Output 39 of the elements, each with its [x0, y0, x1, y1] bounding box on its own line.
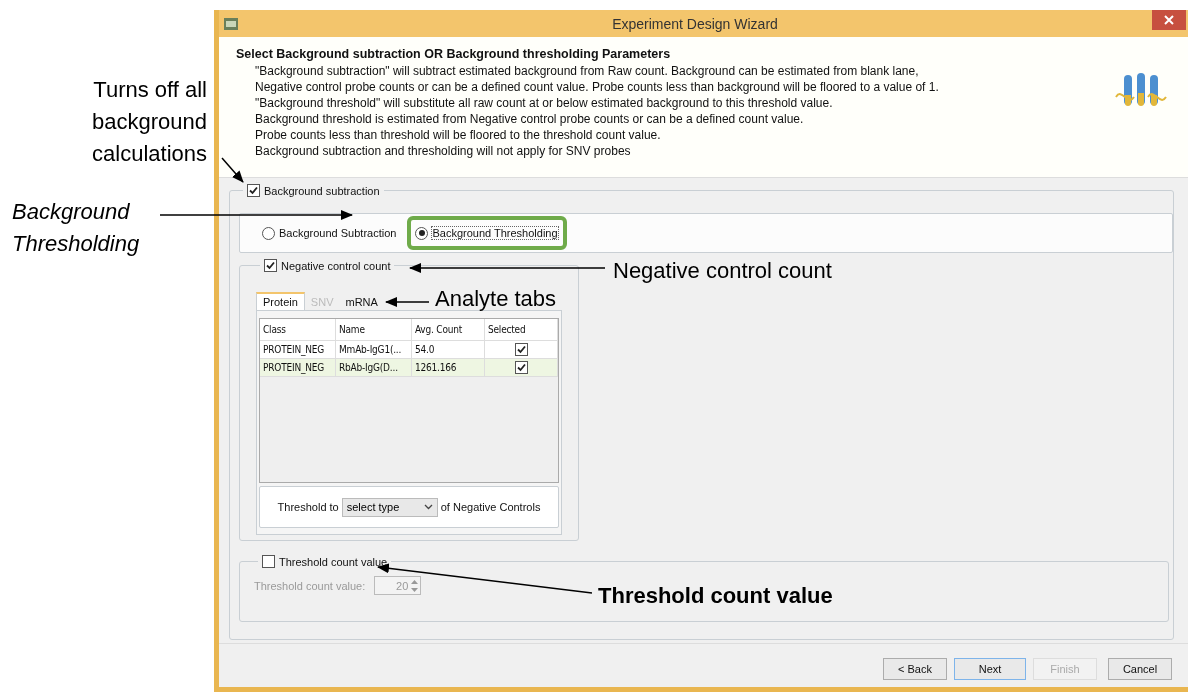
threshold-suffix: of Negative Controls [440, 501, 541, 513]
description-line: "Background subtraction" will subtract estimated background from Raw count. Background can be estimated from blank lane, [254, 63, 920, 79]
wizard-button[interactable]: Cancel [1108, 657, 1172, 680]
window-title: Experiment Design Wizard [611, 15, 779, 32]
annotation-text: Threshold count value [598, 582, 833, 610]
column-header: Selected [485, 319, 558, 340]
field-label: Threshold count value: [254, 579, 366, 592]
wizard-button[interactable]: < Back [883, 657, 947, 680]
table-cell: 1261.166 [412, 359, 485, 376]
description-line: "Background threshold" will substitute all raw count at or below estimated background to this threshold value. [254, 95, 834, 111]
annotation-text: Negative control count [613, 257, 832, 285]
radio-label[interactable]: Background Subtraction [278, 226, 398, 240]
table-row[interactable]: PROTEIN_NEG RbAb-IgG(D... 1261.166 [260, 359, 558, 377]
column-header: Name [336, 319, 412, 340]
description-line: Probe counts less than threshold will be floored to the threshold count value. [254, 127, 662, 143]
description-line: Background threshold is estimated from Negative control probe counts or can be a defined count value. [254, 111, 805, 127]
column-header: Avg. Count [412, 319, 485, 340]
analyte-tab[interactable]: Protein [256, 292, 305, 310]
description-line: Negative control probe counts or can be a defined count value. Probe counts less than background will be floored to a value of 1. [254, 79, 940, 95]
annotation-text: Turns off all background calculations [91, 76, 207, 168]
annotation-text: Background Thresholding [12, 198, 141, 258]
table-row[interactable]: PROTEIN_NEG MmAb-IgG1(... 54.0 [260, 341, 558, 359]
description-line: Background subtraction and thresholding will not apply for SNV probes [254, 143, 632, 159]
type-dropdown[interactable]: select type [341, 497, 438, 517]
checkbox-label[interactable]: Background subtraction [264, 184, 380, 197]
table-cell: MmAb-IgG1(... [336, 341, 412, 358]
threshold-label: Threshold to [277, 501, 339, 513]
annotation-text: Analyte tabs [435, 285, 557, 313]
analyte-tab[interactable]: mRNA [339, 294, 384, 310]
column-header: Class [260, 319, 336, 340]
radio-label[interactable]: Background Thresholding [431, 226, 559, 240]
table-cell: PROTEIN_NEG [260, 341, 336, 358]
page-heading: Select Background subtraction OR Background thresholding Parameters [236, 47, 672, 61]
wizard-button[interactable]: Next [954, 657, 1026, 680]
checkbox-label[interactable]: Negative control count [281, 259, 391, 272]
table-cell: RbAb-IgG(D... [336, 359, 412, 376]
checkbox-label[interactable]: Threshold count value [279, 555, 388, 568]
table-cell: PROTEIN_NEG [260, 359, 336, 376]
table-cell: 54.0 [412, 341, 485, 358]
